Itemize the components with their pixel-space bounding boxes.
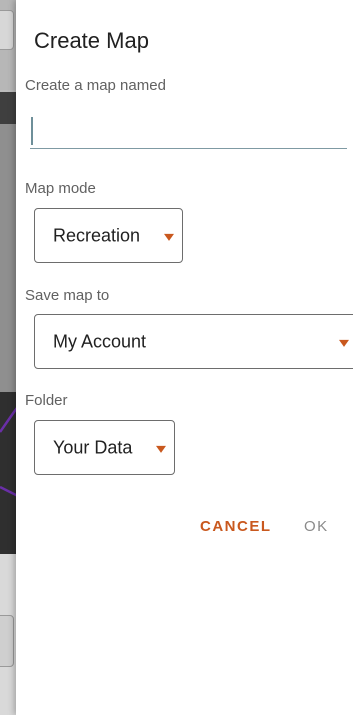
map-mode-select[interactable]: Recreation — [34, 208, 183, 263]
dropdown-arrow-icon — [156, 445, 166, 453]
folder-select[interactable]: Your Data — [34, 420, 175, 475]
text-caret — [31, 117, 33, 145]
map-name-label: Create a map named — [25, 77, 166, 94]
map-mode-value: Recreation — [53, 225, 141, 245]
ok-button[interactable]: OK — [304, 518, 329, 535]
dialog-title: Create Map — [34, 28, 149, 53]
dropdown-arrow-icon — [339, 339, 349, 347]
map-name-input[interactable] — [30, 110, 347, 149]
background-button — [0, 10, 14, 50]
save-to-value: My Account — [53, 331, 147, 351]
create-map-dialog: Create Map Create a map named Map mode R… — [16, 0, 353, 715]
map-mode-label: Map mode — [25, 180, 96, 197]
cancel-button[interactable]: CANCEL — [200, 518, 272, 535]
folder-value: Your Data — [53, 437, 133, 457]
background-button — [0, 615, 14, 667]
folder-label: Folder — [25, 392, 68, 409]
save-to-select[interactable]: My Account — [34, 314, 353, 369]
save-to-label: Save map to — [25, 287, 110, 304]
dropdown-arrow-icon — [164, 233, 174, 241]
